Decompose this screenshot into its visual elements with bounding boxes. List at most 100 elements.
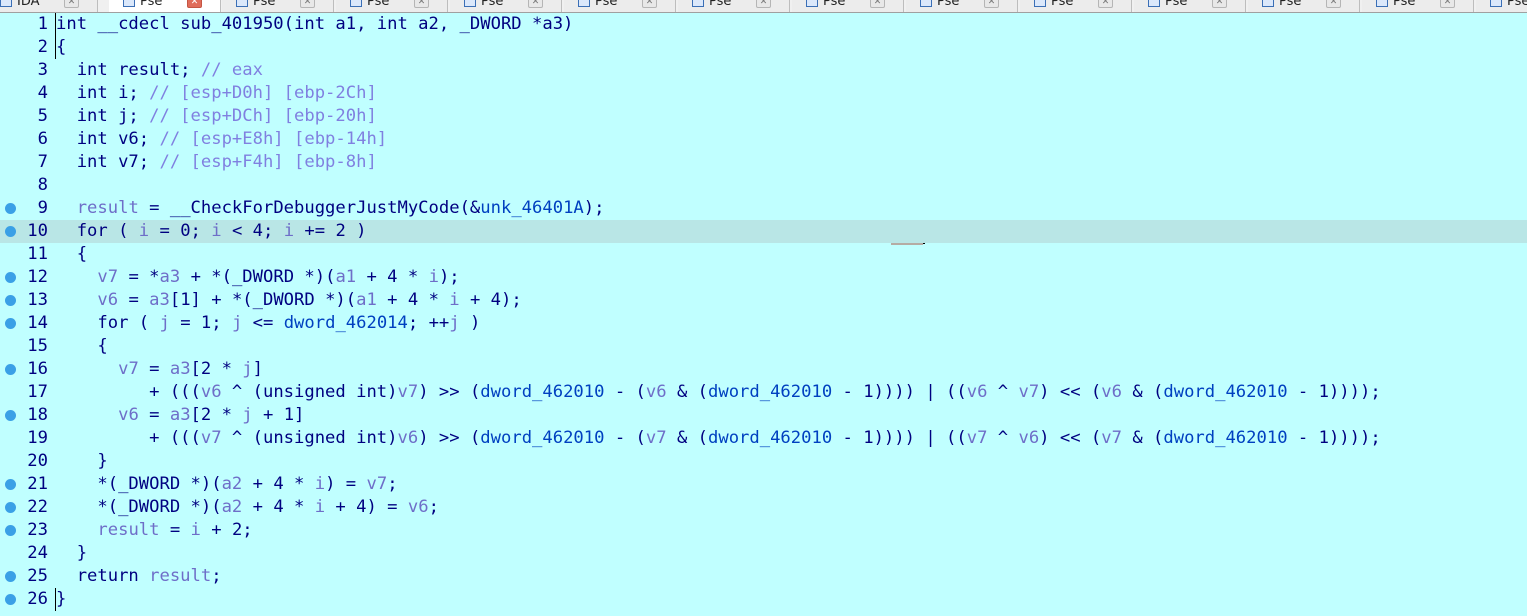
line-number: 4 — [37, 83, 48, 103]
breakpoint-dot-icon[interactable] — [5, 272, 16, 283]
code-line[interactable]: 10 for ( i = 0; i < 4; i += 2 ) — [0, 220, 1527, 243]
line-number: 14 — [27, 313, 48, 333]
breakpoint-dot-icon[interactable] — [5, 571, 16, 582]
code-line[interactable]: 15 { — [0, 335, 1527, 358]
close-icon[interactable]: ✕ — [414, 0, 429, 8]
tab-label: Pse — [481, 0, 504, 9]
close-icon[interactable]: ✕ — [756, 0, 771, 8]
line-number: 3 — [37, 60, 48, 80]
breakpoint-dot-icon[interactable] — [5, 525, 16, 536]
close-icon[interactable]: ✕ — [642, 0, 657, 8]
code-line[interactable]: 17 + (((v6 ^ (unsigned int)v7) >> (dword… — [0, 381, 1527, 404]
tab-label: Pse — [595, 0, 618, 9]
code-text: } — [56, 543, 88, 563]
breakpoint-dot-icon[interactable] — [5, 318, 16, 329]
code-line[interactable]: 2{ — [0, 36, 1527, 59]
code-line[interactable]: 5 int j; // [esp+DCh] [ebp-20h] — [0, 105, 1527, 128]
breakpoint-dot-icon[interactable] — [5, 364, 16, 375]
code-text: result = __CheckForDebuggerJustMyCode(&u… — [76, 198, 605, 218]
code-text: return result; — [56, 566, 222, 586]
code-line[interactable]: 4 int i; // [esp+D0h] [ebp-2Ch] — [0, 82, 1527, 105]
tab-pseudocode-7[interactable]: Pse ✕ — [792, 0, 904, 12]
line-number: 2 — [37, 37, 48, 57]
close-icon[interactable]: ✕ — [1440, 0, 1455, 8]
code-line[interactable]: 26} — [0, 588, 1527, 611]
close-icon[interactable]: ✕ — [870, 0, 885, 8]
pseudocode-window-icon — [1034, 0, 1046, 7]
code-text: int __cdecl sub_401950(int a1, int a2, _… — [56, 14, 574, 34]
code-line[interactable]: 9 result = __CheckForDebuggerJustMyCode(… — [0, 197, 1527, 220]
code-line[interactable]: 1 int __cdecl sub_401950(int a1, int a2, … — [0, 13, 1527, 36]
breakpoint-dot-icon[interactable] — [5, 203, 16, 214]
close-icon[interactable]: ✕ — [187, 0, 202, 8]
code-line[interactable]: 23 result = i + 2; — [0, 519, 1527, 542]
code-line[interactable]: 12 v7 = *a3 + *(_DWORD *)(a1 + 4 * i); — [0, 266, 1527, 289]
tab-label: Pse — [1279, 0, 1302, 9]
code-text: v7 = *a3 + *(_DWORD *)(a1 + 4 * i); — [97, 267, 460, 287]
breakpoint-dot-icon[interactable] — [5, 226, 16, 237]
tab-label: Pse — [1393, 0, 1416, 9]
code-line[interactable]: 13 v6 = a3[1] + *(_DWORD *)(a1 + 4 * i +… — [0, 289, 1527, 312]
code-line[interactable]: 11 { — [0, 243, 1527, 266]
line-number: 10 — [27, 221, 48, 241]
code-line[interactable]: 20 } — [0, 450, 1527, 473]
tab-pseudocode-6[interactable]: Pse ✕ — [678, 0, 790, 12]
breakpoint-dot-icon[interactable] — [5, 502, 16, 513]
line-number: 9 — [37, 198, 48, 218]
tab-bar: IDA ✕ Pse ✕ Pse ✕ Pse ✕ Pse ✕ Pse ✕ Pse ✕ Pse ✕ Pse ✕ Pse ✕… — [0, 0, 1527, 13]
code-line[interactable]: 22 *(_DWORD *)(a2 + 4 * i + 4) = v6; — [0, 496, 1527, 519]
breakpoint-dot-icon[interactable] — [5, 410, 16, 421]
line-number: 17 — [27, 382, 48, 402]
close-icon[interactable]: ✕ — [64, 0, 79, 8]
line-number: 7 — [37, 152, 48, 172]
code-line[interactable]: 25 return result; — [0, 565, 1527, 588]
code-text: { — [56, 336, 108, 356]
pseudocode-view[interactable]: 1 int __cdecl sub_401950(int a1, int a2, … — [0, 13, 1527, 616]
pseudocode-window-icon — [1262, 0, 1274, 7]
tab-pseudocode-4[interactable]: Pse ✕ — [450, 0, 562, 12]
code-line[interactable]: 24 } — [0, 542, 1527, 565]
code-line[interactable]: 3 int result; // eax — [0, 59, 1527, 82]
pseudocode-window-icon — [350, 0, 362, 7]
close-icon[interactable]: ✕ — [1098, 0, 1113, 8]
pseudocode-window-icon — [0, 0, 12, 7]
code-text: v6 = a3[2 * j + 1] — [118, 405, 305, 425]
code-text: int j; // [esp+DCh] [ebp-20h] — [56, 106, 377, 126]
tab-pseudocode-5[interactable]: Pse ✕ — [564, 0, 676, 12]
close-icon[interactable]: ✕ — [300, 0, 315, 8]
code-text: + (((v6 ^ (unsigned int)v7) >> (dword_46… — [56, 382, 1381, 402]
tab-pseudocode-13[interactable]: Pse✕ — [1476, 0, 1527, 12]
tab-pseudocode-2[interactable]: Pse ✕ — [222, 0, 334, 12]
line-number: 19 — [27, 428, 48, 448]
line-number: 20 — [27, 451, 48, 471]
line-number: 1 — [37, 14, 48, 34]
code-line[interactable]: 8 — [0, 174, 1527, 197]
tab-pseudocode-8[interactable]: Pse ✕ — [906, 0, 1018, 12]
tab-pseudocode-1[interactable]: Pse ✕ — [109, 0, 221, 12]
tab-label: Pse — [140, 0, 163, 9]
code-line[interactable]: 16 v7 = a3[2 * j] — [0, 358, 1527, 381]
breakpoint-dot-icon[interactable] — [5, 479, 16, 490]
line-number: 26 — [27, 589, 48, 609]
close-icon[interactable]: ✕ — [984, 0, 999, 8]
breakpoint-dot-icon[interactable] — [5, 295, 16, 306]
code-line[interactable]: 6 int v6; // [esp+E8h] [ebp-14h] — [0, 128, 1527, 151]
code-line[interactable]: 7 int v7; // [esp+F4h] [ebp-8h] — [0, 151, 1527, 174]
tab-pseudocode-3[interactable]: Pse ✕ — [336, 0, 448, 12]
tab-pseudocode-12[interactable]: Pse ✕ — [1362, 0, 1474, 12]
close-icon[interactable]: ✕ — [528, 0, 543, 8]
code-line[interactable]: 14 for ( j = 1; j <= dword_462014; ++j ) — [0, 312, 1527, 335]
tab-ida-view[interactable]: IDA ✕ — [0, 0, 98, 12]
close-icon[interactable]: ✕ — [1212, 0, 1227, 8]
close-icon[interactable]: ✕ — [1326, 0, 1341, 8]
tab-pseudocode-10[interactable]: Pse ✕ — [1134, 0, 1246, 12]
breakpoint-dot-icon[interactable] — [5, 594, 16, 605]
tab-pseudocode-9[interactable]: Pse ✕ — [1020, 0, 1132, 12]
line-number: 8 — [37, 175, 48, 195]
tab-pseudocode-11[interactable]: Pse ✕ — [1248, 0, 1360, 12]
code-line[interactable]: 19 + (((v7 ^ (unsigned int)v6) >> (dword… — [0, 427, 1527, 450]
code-line[interactable]: 18 v6 = a3[2 * j + 1] — [0, 404, 1527, 427]
pseudocode-window-icon — [806, 0, 818, 7]
code-line[interactable]: 21 *(_DWORD *)(a2 + 4 * i) = v7; — [0, 473, 1527, 496]
code-text: } — [56, 589, 67, 609]
